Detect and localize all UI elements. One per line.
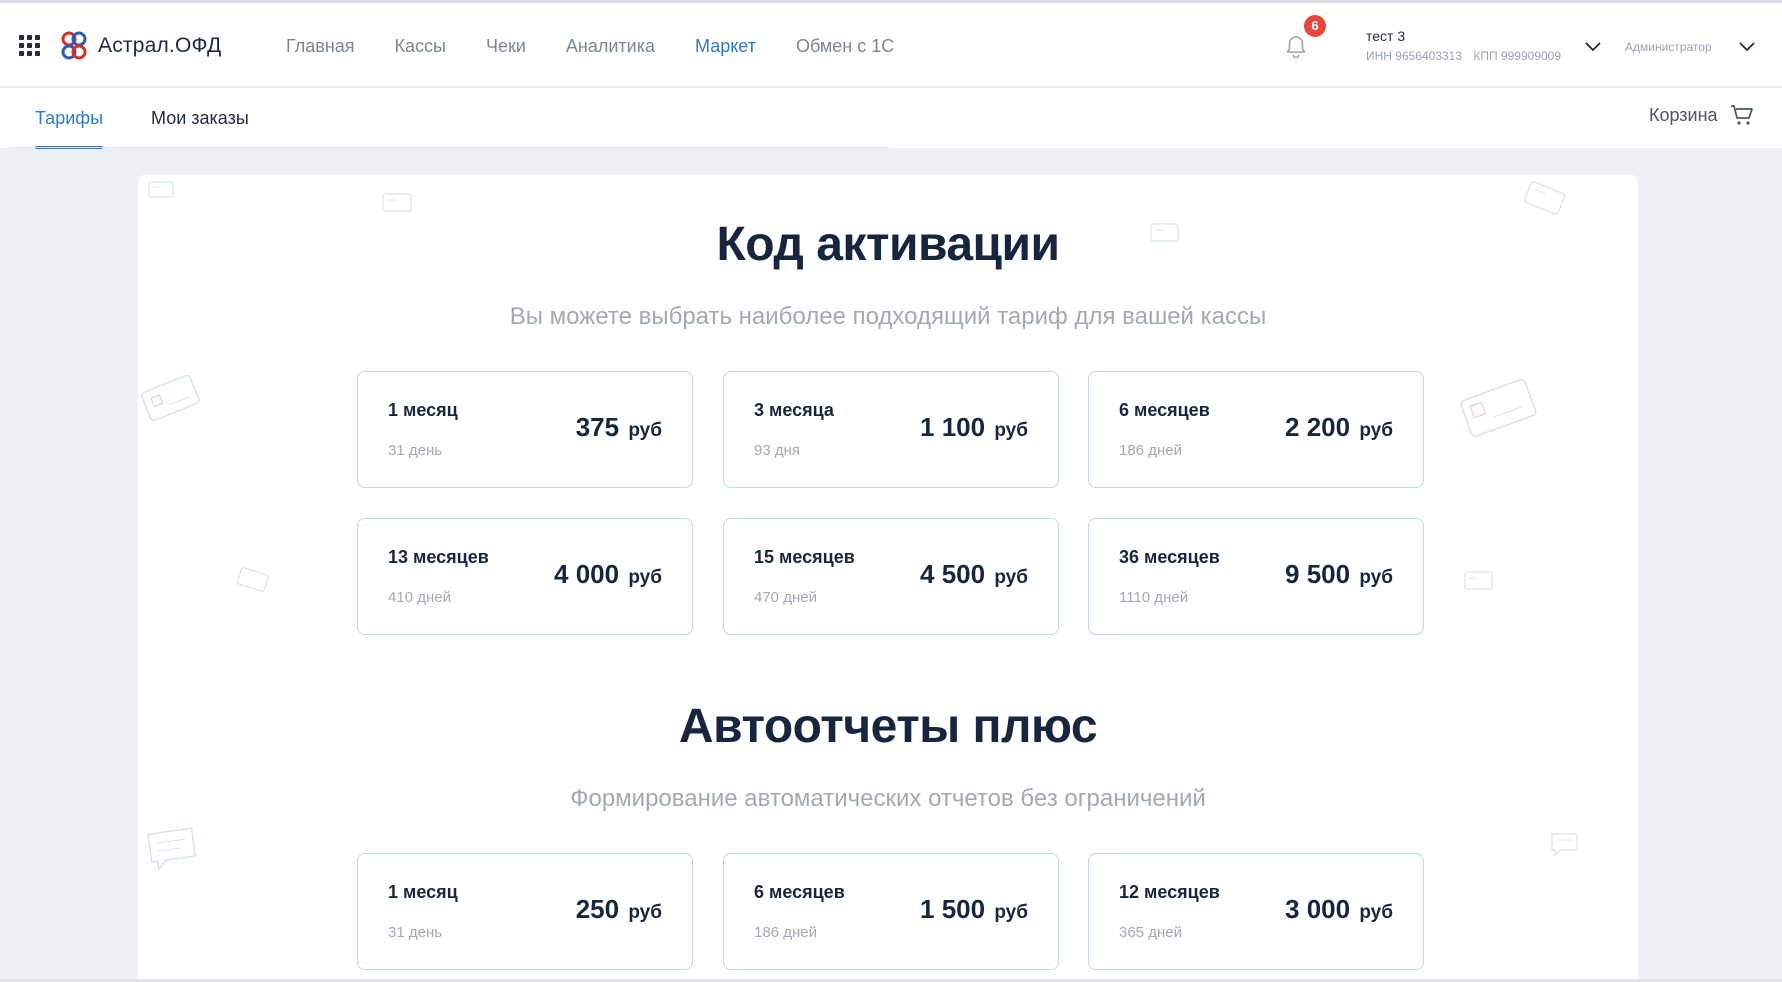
tariff-price: 3 000 руб	[1285, 894, 1393, 925]
cart-icon	[1730, 105, 1753, 125]
card-decoration-icon	[1464, 571, 1493, 590]
price-value: 1 100	[920, 412, 986, 442]
tariff-period: 1 месяц	[388, 400, 458, 420]
tariff-card[interactable]: 6 месяцев 186 дней 1 500 руб	[723, 853, 1059, 970]
chevron-down-icon[interactable]	[1738, 40, 1756, 52]
tabs-divider	[9, 147, 889, 148]
price-currency: руб	[1359, 902, 1393, 923]
chat-decoration-icon	[1551, 833, 1578, 857]
tariff-period: 12 месяцев	[1119, 882, 1220, 902]
nav-item-kkt[interactable]: Кассы	[395, 33, 446, 59]
sub-navigation: Тарифы Мои заказы Корзина	[0, 88, 1782, 149]
tariff-card[interactable]: 3 месяца 93 дня 1 100 руб	[723, 371, 1059, 488]
tariff-price: 4 500 руб	[920, 559, 1028, 590]
card-decoration-icon	[141, 374, 200, 422]
organization-name: тест 3	[1366, 28, 1406, 44]
price-value: 9 500	[1285, 559, 1351, 589]
price-value: 4 500	[920, 559, 986, 589]
price-currency: руб	[994, 420, 1028, 441]
main-navigation: Главная Кассы Чеки Аналитика Маркет Обме…	[286, 33, 934, 59]
organization-ids: ИНН 9656403313 КПП 999909009	[1366, 49, 1561, 63]
price-value: 3 000	[1285, 894, 1351, 924]
tariff-price: 9 500 руб	[1285, 559, 1393, 590]
tariff-days: 470 дней	[754, 589, 817, 606]
price-currency: руб	[628, 567, 662, 588]
tariff-price: 1 100 руб	[920, 412, 1028, 443]
section-title: Автоотчеты плюс	[678, 700, 1098, 753]
price-value: 2 200	[1285, 412, 1351, 442]
nav-item-1c-exchange[interactable]: Обмен с 1С	[796, 33, 894, 59]
organization-kpp: КПП 999909009	[1473, 49, 1562, 63]
bell-icon[interactable]	[1284, 34, 1308, 60]
price-currency: руб	[628, 420, 662, 441]
tariff-days: 31 день	[388, 442, 443, 459]
user-role[interactable]: Администратор	[1625, 40, 1712, 54]
tariff-card[interactable]: 6 месяцев 186 дней 2 200 руб	[1088, 371, 1424, 488]
price-currency: руб	[1359, 420, 1393, 441]
price-currency: руб	[628, 902, 662, 923]
brand-name: Астрал.ОФД	[98, 34, 222, 57]
chat-decoration-icon	[147, 827, 197, 871]
logo-mark-icon	[61, 31, 87, 60]
tariff-days: 31 день	[388, 924, 443, 941]
organization-selector[interactable]: тест 3 ИНН 9656403313 КПП 999909009	[1366, 27, 1561, 63]
tariff-card[interactable]: 1 месяц 31 день 375 руб	[357, 371, 693, 488]
tab-my-orders[interactable]: Мои заказы	[151, 106, 249, 130]
tariff-period: 6 месяцев	[754, 882, 845, 902]
price-value: 4 000	[554, 559, 620, 589]
section-subtitle: Формирование автоматических отчетов без …	[570, 785, 1206, 812]
tariff-price: 375 руб	[576, 412, 662, 443]
cart-button[interactable]: Корзина	[1649, 104, 1754, 126]
tab-tariffs[interactable]: Тарифы	[35, 106, 104, 149]
tariff-card[interactable]: 12 месяцев 365 дней 3 000 руб	[1088, 853, 1424, 970]
tariff-price: 2 200 руб	[1285, 412, 1393, 443]
tariff-period: 15 месяцев	[754, 547, 855, 567]
tariff-days: 1110 дней	[1119, 589, 1189, 606]
card-decoration-icon	[148, 181, 174, 198]
top-bar: Астрал.ОФД Главная Кассы Чеки Аналитика …	[0, 3, 1782, 87]
card-decoration-icon	[236, 566, 269, 593]
tariff-period: 1 месяц	[388, 882, 458, 902]
tariff-card[interactable]: 1 месяц 31 день 250 руб	[357, 853, 693, 970]
price-value: 1 500	[920, 894, 986, 924]
tariff-days: 365 дней	[1119, 924, 1182, 941]
tariff-period: 6 месяцев	[1119, 400, 1210, 420]
chevron-down-icon[interactable]	[1584, 40, 1602, 52]
price-value: 375	[575, 412, 620, 442]
nav-item-market[interactable]: Маркет	[695, 33, 756, 59]
card-decoration-icon	[382, 193, 412, 212]
organization-inn: ИНН 9656403313	[1366, 49, 1463, 63]
section-subtitle: Вы можете выбрать наиболее подходящий та…	[509, 303, 1267, 330]
price-value: 250	[575, 894, 620, 924]
price-currency: руб	[994, 902, 1028, 923]
brand-logo[interactable]: Астрал.ОФД	[58, 29, 221, 63]
tariff-days: 186 дней	[754, 924, 817, 941]
section-title: Код активации	[716, 218, 1060, 271]
nav-item-home[interactable]: Главная	[286, 33, 355, 59]
notification-count-badge: 6	[1304, 15, 1326, 37]
tariff-days: 410 дней	[388, 589, 451, 606]
price-currency: руб	[994, 567, 1028, 588]
tariff-price: 250 руб	[576, 894, 662, 925]
tariff-days: 93 дня	[754, 442, 801, 459]
card-decoration-icon	[1524, 181, 1566, 215]
tariff-price: 4 000 руб	[554, 559, 662, 590]
cart-label: Корзина	[1649, 104, 1718, 125]
tariff-period: 3 месяца	[754, 400, 834, 420]
tariff-card[interactable]: 36 месяцев 1110 дней 9 500 руб	[1088, 518, 1424, 635]
nav-item-receipts[interactable]: Чеки	[486, 33, 526, 59]
tariff-days: 186 дней	[1119, 442, 1182, 459]
price-currency: руб	[1359, 567, 1393, 588]
tariff-period: 13 месяцев	[388, 547, 489, 567]
apps-grid-icon[interactable]	[19, 35, 41, 57]
tariff-card[interactable]: 15 месяцев 470 дней 4 500 руб	[723, 518, 1059, 635]
tariff-price: 1 500 руб	[920, 894, 1028, 925]
tariffs-panel: Код активации Вы можете выбрать наиболее…	[138, 175, 1638, 982]
card-decoration-icon	[1460, 378, 1537, 438]
nav-item-analytics[interactable]: Аналитика	[566, 33, 655, 59]
tariff-card[interactable]: 13 месяцев 410 дней 4 000 руб	[357, 518, 693, 635]
tariff-period: 36 месяцев	[1119, 547, 1220, 567]
